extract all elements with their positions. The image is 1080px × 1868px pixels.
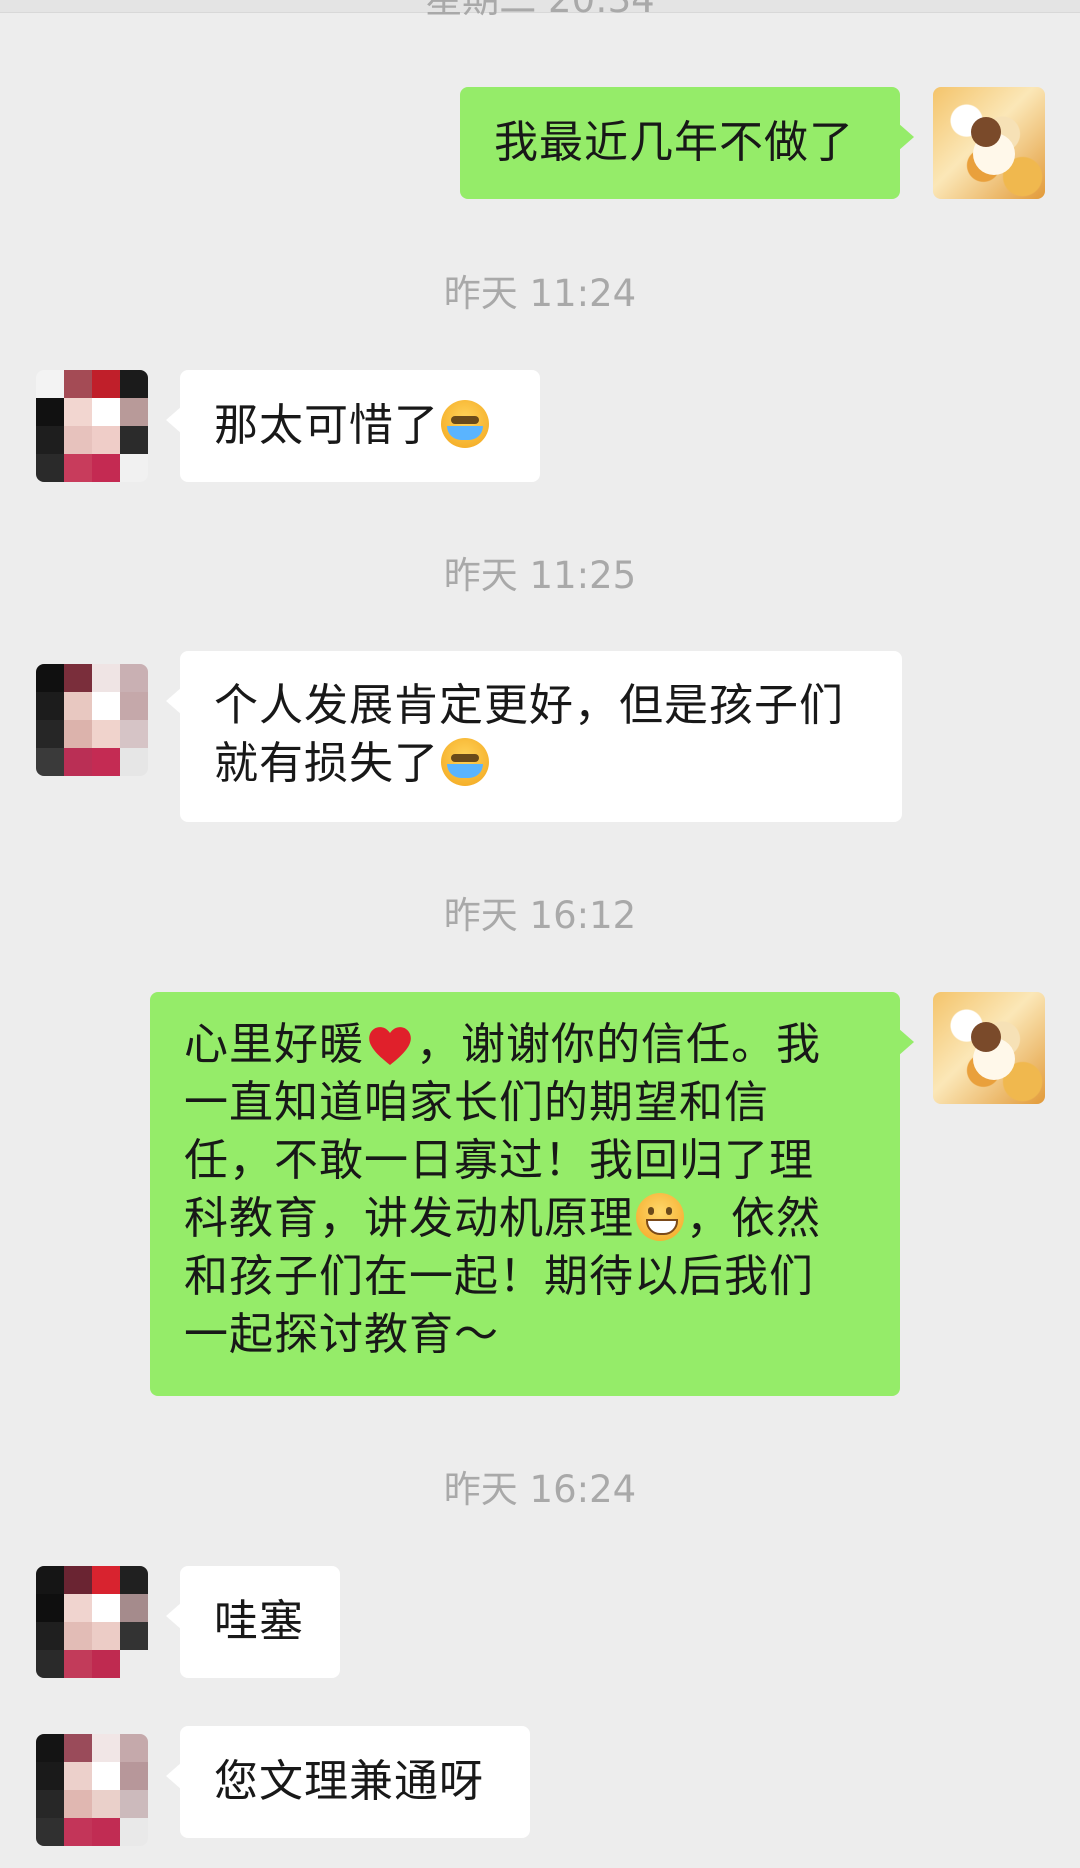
timestamp: 昨天 11:24: [443, 272, 637, 315]
message-line: 就有损失了: [214, 738, 439, 789]
peer-avatar[interactable]: [36, 1734, 148, 1846]
message-bubble-peer[interactable]: 您文理兼通呀: [166, 1726, 530, 1838]
timestamp: 昨天 16:24: [443, 1468, 637, 1511]
peer-avatar[interactable]: [36, 1566, 148, 1678]
message-text: 我最近几年不做了: [494, 117, 854, 168]
message-text: 那太可惜了: [214, 400, 439, 451]
message-bubble-peer[interactable]: 哇塞: [166, 1566, 340, 1678]
peer-avatar[interactable]: [36, 370, 148, 482]
peer-avatar[interactable]: [36, 664, 148, 776]
message-line: 个人发展肯定更好，但是孩子们: [214, 680, 844, 731]
message-bubble-self[interactable]: 心里好暖 ，谢谢你的信任。我一直知道咱家长们的期望和信任，不敢一日寡过！我回归了理…: [150, 992, 914, 1396]
message-bubble-self[interactable]: 我最近几年不做了: [460, 87, 914, 199]
message-bubble-peer[interactable]: 那太可惜了: [166, 370, 540, 482]
self-avatar[interactable]: [933, 992, 1045, 1104]
timestamp-cut: 星期二 20:34: [0, 0, 1080, 22]
loudly-crying-face-icon: [441, 738, 489, 786]
timestamp: 昨天 11:25: [443, 554, 637, 597]
message-bubble-peer[interactable]: 个人发展肯定更好，但是孩子们 就有损失了: [166, 651, 902, 822]
message-text: 心里好暖: [184, 1019, 364, 1070]
red-heart-icon: [366, 1023, 414, 1067]
grinning-face-icon: [636, 1193, 684, 1241]
timestamp: 昨天 16:12: [443, 894, 637, 937]
message-text: 您文理兼通呀: [214, 1756, 484, 1807]
message-text: 哇塞: [214, 1596, 304, 1647]
loudly-crying-face-icon: [441, 400, 489, 448]
self-avatar[interactable]: [933, 87, 1045, 199]
